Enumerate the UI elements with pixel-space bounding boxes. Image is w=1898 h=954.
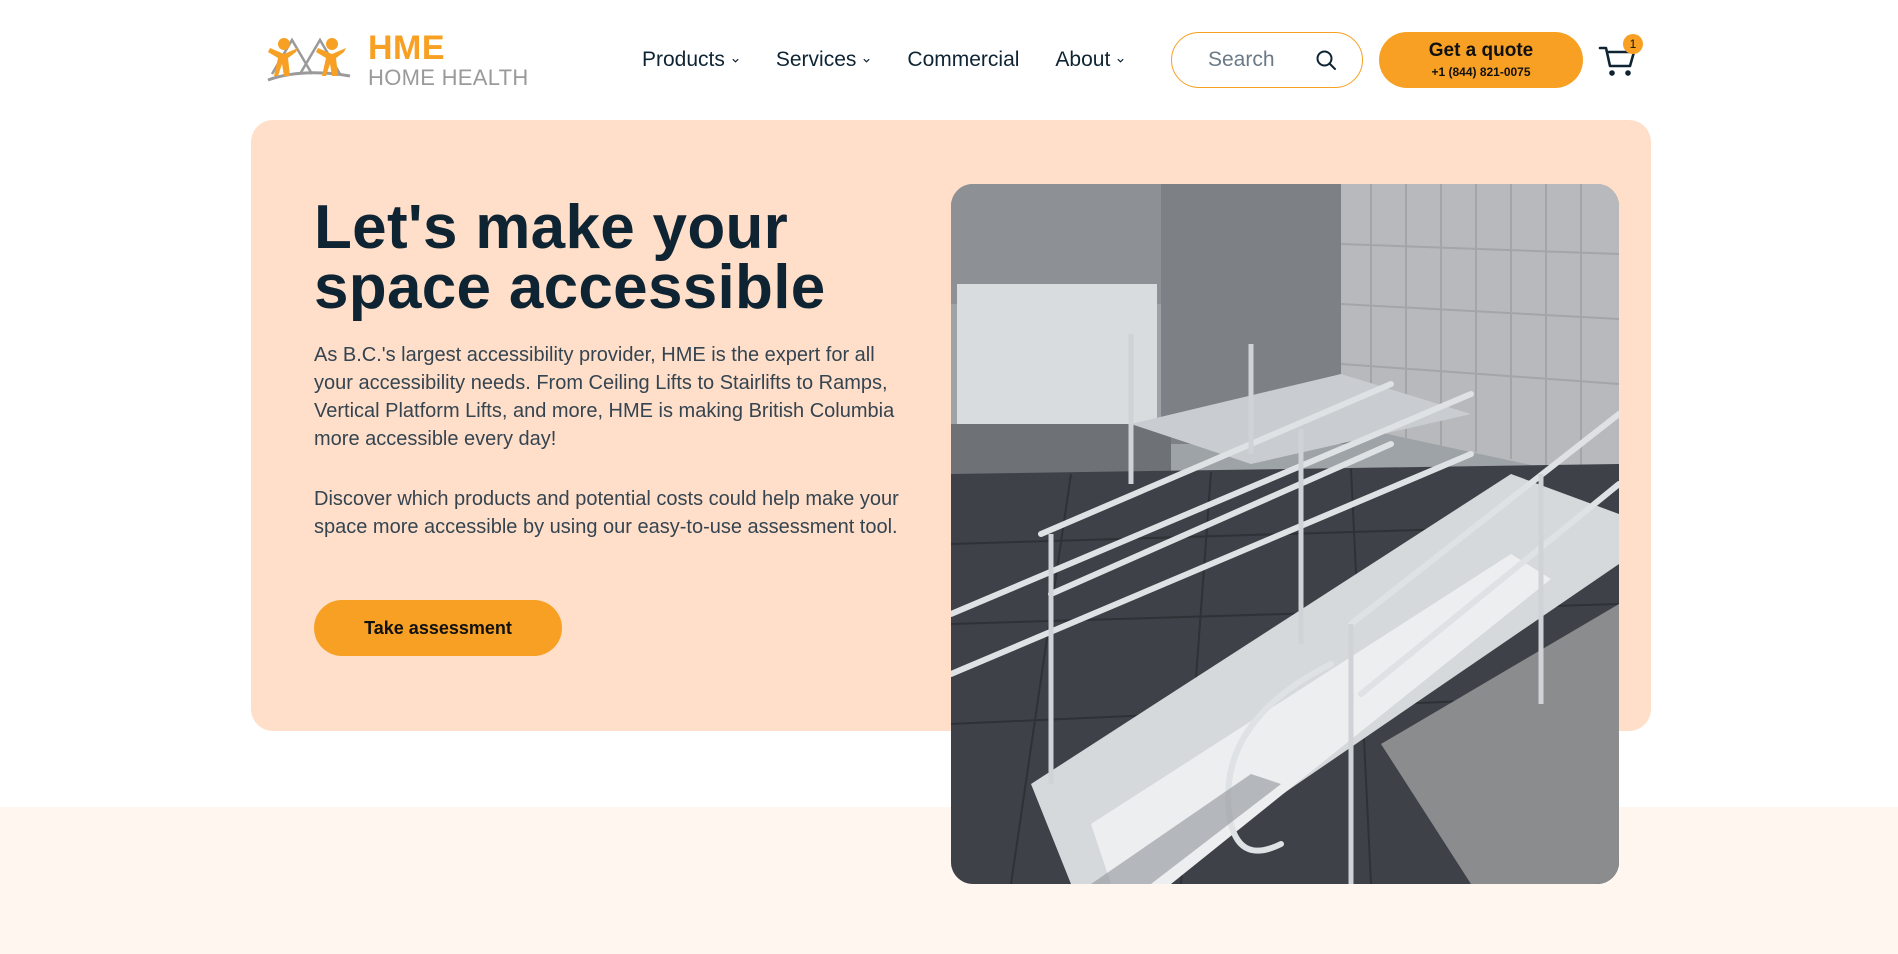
logo-subtitle: HOME HEALTH [368, 65, 529, 90]
nav-item-about[interactable]: About [1055, 48, 1125, 72]
take-assessment-button[interactable]: Take assessment [314, 600, 562, 656]
get-quote-button[interactable]: Get a quote +1 (844) 821-0075 [1379, 32, 1583, 88]
site-header: HME HOME HEALTH Products Services Commer… [0, 0, 1898, 120]
nav-item-label: Services [775, 48, 857, 71]
nav-item-commercial[interactable]: Commercial [907, 48, 1019, 72]
main-nav: Products Services Commercial About [642, 42, 1125, 78]
nav-item-products[interactable]: Products [642, 48, 740, 72]
search-placeholder: Search [1208, 48, 1275, 71]
search-input[interactable]: Search [1171, 32, 1363, 88]
logo-wordmark: HME HOME HEALTH [368, 31, 529, 89]
chevron-down-icon [1117, 58, 1124, 63]
get-quote-label: Get a quote [1428, 40, 1534, 62]
nav-item-services[interactable]: Services [776, 48, 872, 72]
hero-title: Let's make your space accessible [314, 193, 826, 322]
chevron-down-icon [732, 58, 739, 63]
chevron-down-icon [863, 58, 871, 63]
nav-item-label: About [1055, 48, 1111, 71]
nav-item-label: Products [642, 48, 725, 71]
search-icon[interactable] [1314, 48, 1338, 72]
hero-ramp-image [951, 184, 1619, 884]
cart-count-badge: 1 [1623, 34, 1643, 54]
hero-assessment-text: Discover which products and potential co… [314, 488, 899, 538]
logo-figures-icon [267, 37, 351, 82]
logo[interactable]: HME HOME HEALTH [262, 30, 532, 90]
hero-intro-text: As B.C.'s largest accessibility provider… [314, 344, 895, 450]
ramp-photo-illustration [951, 184, 1619, 884]
quote-phone-number: +1 (844) 821-0075 [1431, 64, 1531, 79]
nav-item-label: Commercial [907, 48, 1020, 71]
logo-name: HME [368, 29, 446, 67]
